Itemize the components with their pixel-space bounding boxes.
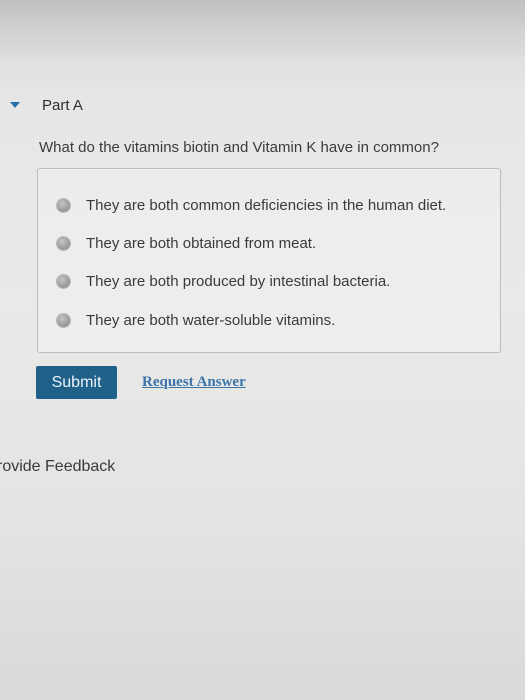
option-label[interactable]: They are both common deficiencies in the… (86, 197, 446, 214)
request-answer-link[interactable]: Request Answer (142, 374, 246, 391)
screen-top-band (0, 0, 525, 60)
answer-option-3[interactable]: They are both produced by intestinal bac… (57, 270, 390, 292)
option-label[interactable]: They are both obtained from meat. (86, 235, 316, 252)
answer-option-4[interactable]: They are both water-soluble vitamins. (57, 309, 335, 331)
part-title: Part A (42, 96, 83, 114)
answer-option-2[interactable]: They are both obtained from meat. (57, 232, 316, 254)
answer-options-box: They are both common deficiencies in the… (37, 168, 501, 353)
question-text: What do the vitamins biotin and Vitamin … (39, 139, 439, 156)
radio-button-icon[interactable] (57, 236, 70, 250)
radio-button-icon[interactable] (57, 313, 70, 327)
answer-option-1[interactable]: They are both common deficiencies in the… (57, 194, 446, 216)
provide-feedback-link[interactable]: rovide Feedback (0, 458, 115, 476)
submit-button[interactable]: Submit (36, 366, 117, 399)
caret-down-icon[interactable] (10, 102, 20, 108)
option-label[interactable]: They are both produced by intestinal bac… (86, 273, 390, 290)
option-label[interactable]: They are both water-soluble vitamins. (86, 312, 335, 329)
radio-button-icon[interactable] (57, 198, 70, 212)
part-header[interactable]: Part A (10, 94, 83, 116)
radio-button-icon[interactable] (57, 274, 70, 288)
